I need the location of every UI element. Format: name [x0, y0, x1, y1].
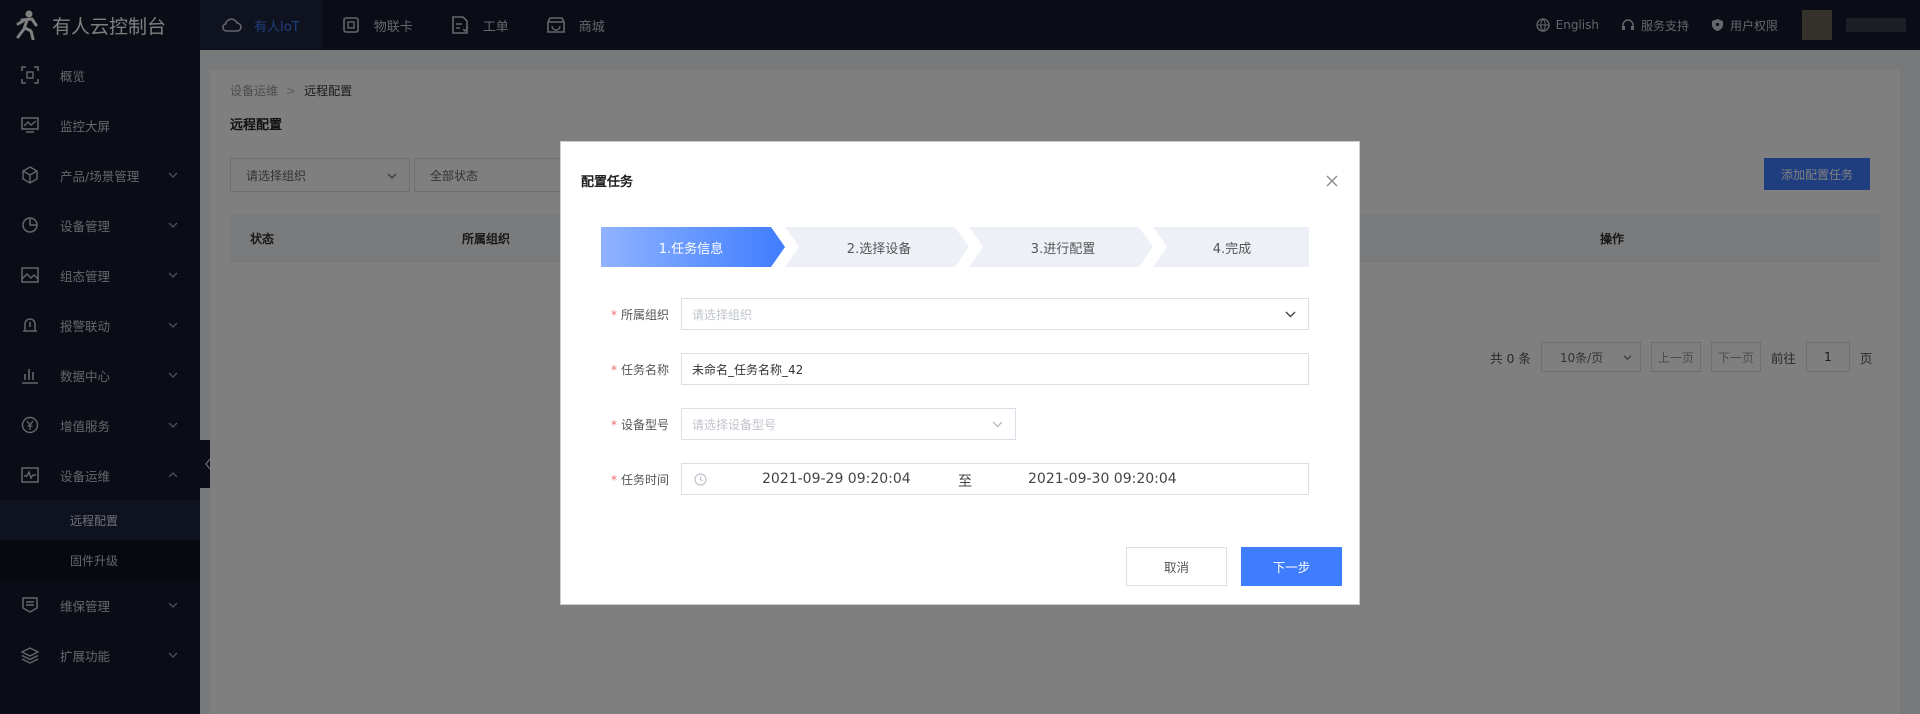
end-time-value[interactable]: 2021-09-30 09:20:04 [1028, 471, 1177, 487]
task-name-input[interactable]: 未命名_任务名称_42 [681, 353, 1309, 385]
step-select-device: 2.选择设备 [846, 241, 912, 257]
next-step-button[interactable]: 下一步 [1241, 547, 1342, 586]
chevron-down-icon [992, 421, 1003, 428]
device-model-label: * 设备型号 [610, 417, 669, 432]
cancel-button[interactable]: 取消 [1126, 547, 1227, 586]
task-name-row: * 任务名称 未命名_任务名称_42 [601, 353, 1309, 385]
org-placeholder: 请选择组织 [692, 307, 753, 322]
range-separator: 至 [958, 474, 972, 490]
task-time-label: * 任务时间 [610, 472, 669, 487]
org-field-row: * 所属组织 请选择组织 [601, 298, 1309, 330]
close-icon[interactable] [1325, 174, 1339, 188]
step-indicator: 1.任务信息 2.选择设备 3.进行配置 4.完成 [601, 227, 1309, 267]
config-task-dialog: 配置任务 1.任务信息 2.选择设备 3.进行配置 4.完成 * 所属组织 请选择… [560, 141, 1360, 605]
start-time-value[interactable]: 2021-09-29 09:20:04 [762, 471, 911, 487]
task-name-label: * 任务名称 [610, 362, 669, 377]
chevron-down-icon [1285, 311, 1296, 318]
dialog-title: 配置任务 [581, 175, 634, 190]
step-configure: 3.进行配置 [1030, 241, 1096, 257]
device-model-select[interactable]: 请选择设备型号 [681, 408, 1016, 440]
task-name-value: 未命名_任务名称_42 [692, 362, 804, 377]
step-complete: 4.完成 [1212, 241, 1252, 257]
clock-icon [694, 473, 707, 486]
task-time-row: * 任务时间 2021-09-29 09:20:04 至 2021-09-30 0… [601, 463, 1309, 495]
org-select[interactable]: 请选择组织 [681, 298, 1309, 330]
org-label: * 所属组织 [610, 307, 669, 322]
device-model-placeholder: 请选择设备型号 [692, 417, 777, 432]
step-task-info: 1.任务信息 [658, 241, 724, 257]
device-model-row: * 设备型号 请选择设备型号 [601, 408, 1016, 440]
task-time-range-picker[interactable]: 2021-09-29 09:20:04 至 2021-09-30 09:20:0… [681, 463, 1309, 495]
